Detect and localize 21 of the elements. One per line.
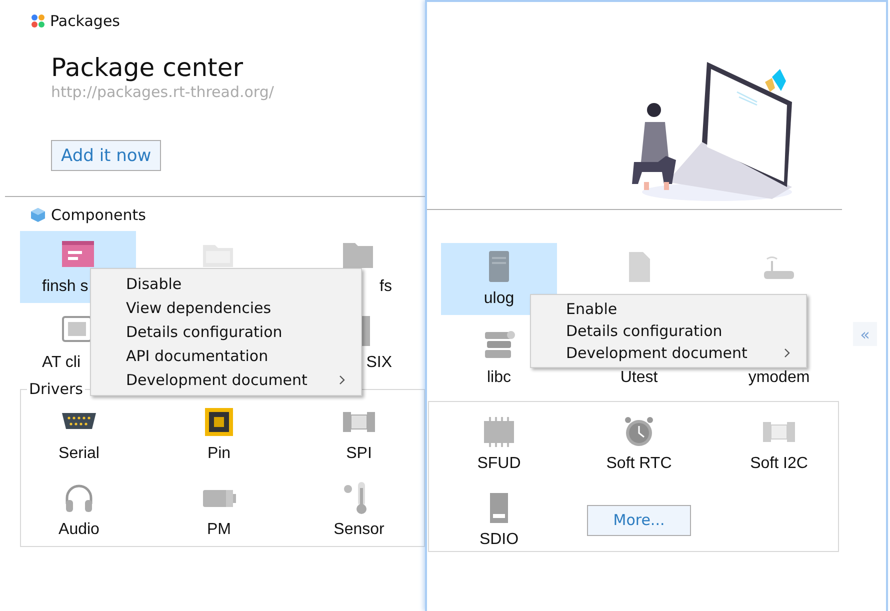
item-label: Pin bbox=[207, 444, 231, 464]
url-text: http://packages.rt-thread.org/ bbox=[51, 83, 275, 101]
item-label: Soft I2C bbox=[750, 454, 808, 474]
item-label: SFUD bbox=[477, 454, 521, 474]
item-label: SPI bbox=[346, 444, 372, 464]
group-title: Drivers bbox=[28, 380, 84, 398]
item-label: finsh s bbox=[41, 277, 88, 297]
item-label: fs bbox=[380, 277, 393, 297]
item-label: AT cli bbox=[41, 353, 81, 373]
item-label: Soft RTC bbox=[606, 454, 672, 474]
window-title: Packages bbox=[50, 12, 120, 30]
section-title: Components bbox=[51, 206, 146, 224]
item-label: PM bbox=[207, 520, 231, 540]
item-label: SIX bbox=[366, 353, 393, 373]
page-heading: Package center bbox=[51, 53, 244, 83]
item-label: SDIO bbox=[479, 530, 519, 550]
item-label: ulog bbox=[484, 289, 514, 309]
item-label: Sensor bbox=[334, 520, 384, 540]
item-label: Audio bbox=[58, 520, 100, 540]
item-label: Serial bbox=[58, 444, 100, 464]
item-label: libc bbox=[486, 368, 511, 388]
